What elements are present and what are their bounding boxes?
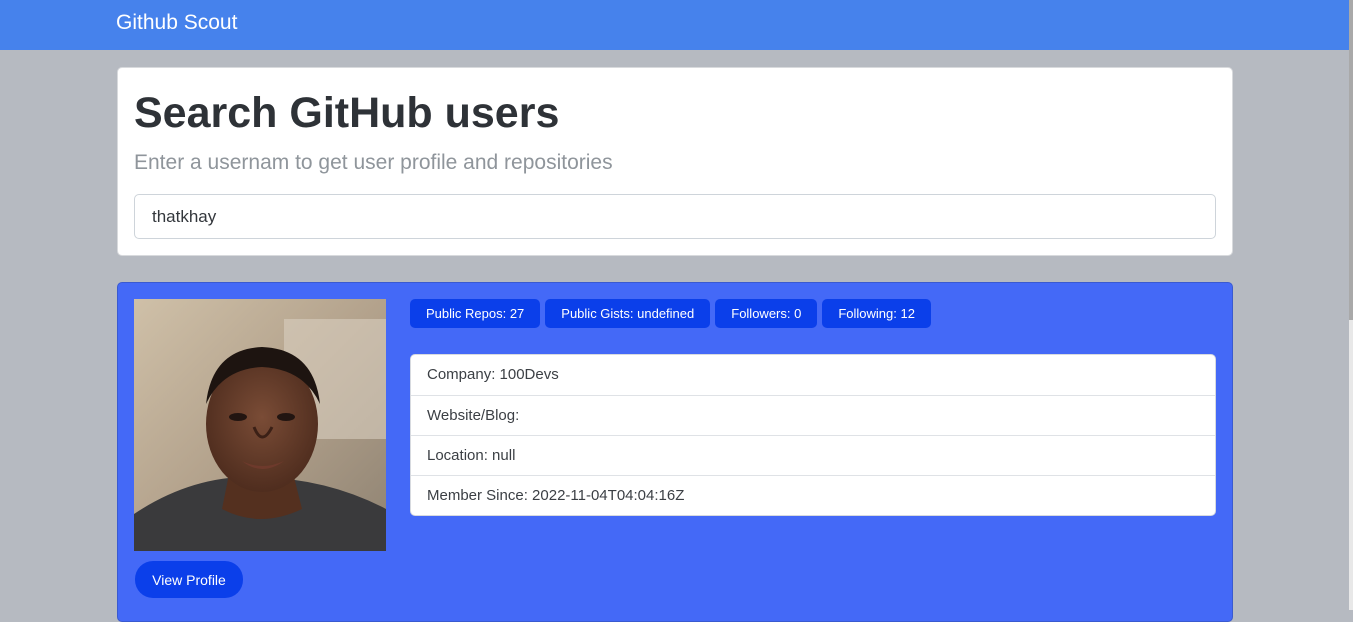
location-item: Location: null (411, 435, 1215, 475)
website-blog-item: Website/Blog: (411, 395, 1215, 435)
public-gists-badge: Public Gists: undefined (545, 299, 711, 328)
public-repos-badge: Public Repos: 27 (410, 299, 541, 328)
username-search-input[interactable] (134, 194, 1216, 239)
view-profile-button[interactable]: View Profile (135, 561, 243, 598)
avatar-photo (134, 299, 386, 551)
stats-badges: Public Repos: 27 Public Gists: undefined… (410, 299, 931, 328)
brand-link[interactable]: Github Scout (116, 10, 237, 36)
profile-card: View Profile Public Repos: 27 Public Gis… (117, 282, 1233, 622)
followers-badge: Followers: 0 (715, 299, 818, 328)
navbar: Github Scout (0, 0, 1353, 50)
profile-details-list: Company: 100Devs Website/Blog: Location:… (410, 354, 1216, 516)
member-since-item: Member Since: 2022-11-04T04:04:16Z (411, 475, 1215, 515)
scrollbar-thumb[interactable] (1349, 0, 1353, 320)
search-title: Search GitHub users (134, 89, 560, 137)
scrollbar[interactable] (1349, 0, 1353, 610)
avatar (134, 299, 386, 551)
company-item: Company: 100Devs (427, 366, 559, 383)
search-card: Search GitHub users Enter a usernam to g… (117, 67, 1233, 256)
following-badge: Following: 12 (822, 299, 931, 328)
search-subtitle: Enter a usernam to get user profile and … (134, 151, 613, 174)
